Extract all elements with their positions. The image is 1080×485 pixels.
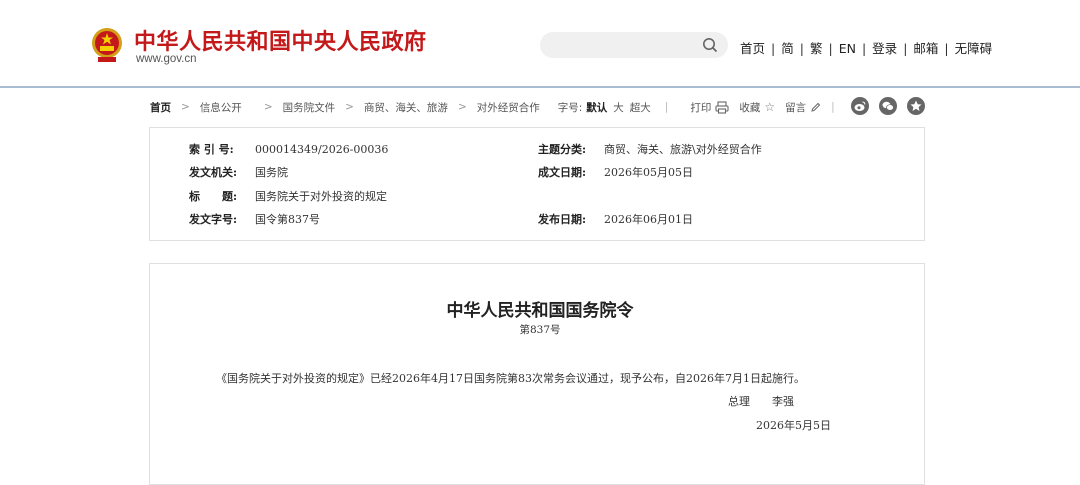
meta-value: 000014349/2026-00036 (255, 143, 389, 156)
font-size-default-button[interactable]: 默认 (586, 100, 607, 115)
search-icon[interactable] (702, 37, 718, 53)
meta-value: 2026年06月01日 (604, 213, 693, 226)
pencil-icon[interactable] (810, 102, 821, 113)
nav-simplified-link[interactable]: 简 (781, 38, 794, 57)
comment-button-label[interactable]: 留言 (785, 100, 806, 115)
site-title[interactable]: 中华人民共和国中央人民政府 (134, 24, 427, 56)
qzone-icon[interactable] (907, 97, 925, 115)
nav-login-link[interactable]: 登录 (872, 38, 897, 57)
meta-value: 国令第837号 (255, 213, 320, 226)
meta-label: 发文机关: (189, 166, 238, 179)
meta-label: 成文日期: (538, 166, 587, 179)
meta-issuer: 发文机关: 国务院 (189, 164, 288, 180)
breadcrumb-item[interactable]: 对外经贸合作 (477, 100, 540, 115)
search-input[interactable] (540, 32, 728, 58)
signer-name: 李强 (772, 395, 794, 408)
divider: | (828, 41, 833, 56)
star-icon[interactable]: ☆ (764, 100, 775, 114)
breadcrumb-item[interactable]: 国务院文件 (283, 100, 336, 115)
divider: | (664, 101, 669, 113)
meta-value: 国务院关于对外投资的规定 (255, 190, 387, 203)
meta-doc-no: 发文字号: 国令第837号 (189, 211, 320, 227)
document-number: 第837号 (519, 324, 561, 336)
breadcrumb-item[interactable]: 商贸、海关、旅游 (364, 100, 448, 115)
font-size-label: 字号: (557, 101, 583, 114)
document-signature: 总理 李强 (728, 393, 794, 409)
meta-label: 标 题: (189, 190, 238, 203)
national-emblem-icon[interactable] (90, 27, 124, 65)
divider: | (771, 41, 776, 56)
weibo-icon[interactable] (851, 97, 869, 115)
meta-index-no: 索 引 号: 000014349/2026-00036 (189, 141, 388, 157)
signer-title: 总理 (728, 395, 750, 408)
meta-publish-date: 发布日期: 2026年06月01日 (538, 211, 693, 227)
print-button-label[interactable]: 打印 (690, 100, 711, 115)
meta-label: 发布日期: (538, 213, 587, 226)
chevron-right-icon: > (181, 101, 190, 113)
nav-traditional-link[interactable]: 繁 (810, 38, 823, 57)
nav-home-link[interactable]: 首页 (740, 38, 765, 57)
meta-category: 主题分类: 商贸、海关、旅游\对外经贸合作 (538, 141, 762, 157)
document-body: 《国务院关于对外投资的规定》已经2026年4月17日国务院第83次常务会议通过，… (216, 372, 805, 385)
meta-label: 发文字号: (189, 213, 238, 226)
divider: | (861, 41, 867, 56)
meta-value: 2026年05月05日 (604, 166, 693, 179)
breadcrumb: 首页 > 信息公开 > 国务院文件 > 商贸、海关、旅游 > 对外经贸合作 字号… (150, 98, 849, 116)
document-date: 2026年5月5日 (756, 419, 831, 432)
site-domain: www.gov.cn (136, 53, 197, 65)
site-header: 中华人民共和国中央人民政府 www.gov.cn 首页 | 简 | 繁 | EN | 登录 | 邮箱… (0, 0, 1080, 88)
document-heading: 中华人民共和国国务院令 (446, 301, 634, 321)
chevron-right-icon: > (345, 101, 354, 113)
favorite-button-label[interactable]: 收藏 (739, 100, 760, 115)
chevron-right-icon: > (263, 101, 273, 113)
nav-accessibility-link[interactable]: 无障碍 (955, 38, 993, 57)
meta-label: 索 引 号: (189, 143, 234, 156)
font-size-xlarge-button[interactable]: 超大 (630, 100, 651, 115)
divider: | (944, 41, 949, 56)
wechat-icon[interactable] (879, 97, 897, 115)
meta-value: 国务院 (255, 166, 288, 179)
divider: | (831, 101, 835, 113)
breadcrumb-item[interactable]: 信息公开 (200, 100, 242, 115)
divider: | (799, 41, 804, 56)
meta-label: 主题分类: (538, 143, 587, 156)
nav-mail-link[interactable]: 邮箱 (913, 38, 938, 57)
breadcrumb-home[interactable]: 首页 (150, 100, 171, 115)
meta-written-date: 成文日期: 2026年05月05日 (538, 164, 693, 180)
nav-english-link[interactable]: EN (839, 41, 856, 56)
chevron-right-icon: > (457, 101, 467, 113)
meta-value: 商贸、海关、旅游\对外经贸合作 (604, 143, 762, 156)
divider: | (903, 41, 908, 56)
printer-icon[interactable] (715, 100, 729, 114)
meta-title: 标 题: 国务院关于对外投资的规定 (189, 188, 387, 204)
top-nav: 首页 | 简 | 繁 | EN | 登录 | 邮箱 | 无障碍 (740, 38, 992, 57)
font-size-large-button[interactable]: 大 (613, 100, 624, 115)
